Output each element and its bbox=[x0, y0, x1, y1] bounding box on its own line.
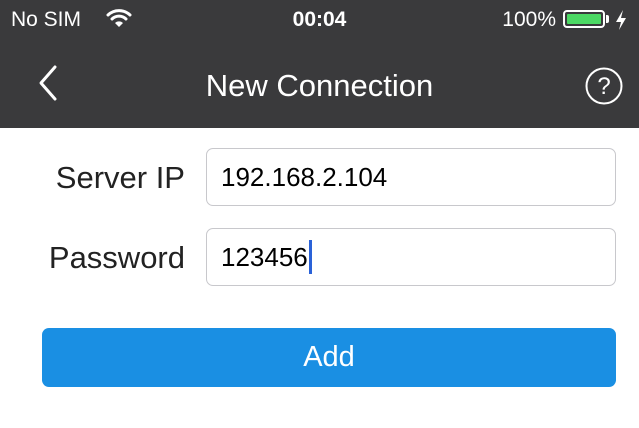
password-input[interactable]: 123456 bbox=[206, 228, 616, 286]
password-label: Password bbox=[48, 240, 185, 275]
server-ip-value: 192.168.2.104 bbox=[221, 162, 388, 192]
add-button[interactable]: Add bbox=[42, 328, 616, 387]
battery-terminal bbox=[606, 15, 609, 23]
page-title: New Connection bbox=[205, 68, 434, 103]
help-button[interactable]: ? bbox=[584, 66, 624, 106]
server-ip-label: Server IP bbox=[55, 160, 185, 195]
header: No SIM 00:04 100% New Connection ? bbox=[0, 0, 639, 128]
battery-level-fill bbox=[567, 14, 601, 24]
question-circle-icon: ? bbox=[585, 67, 623, 105]
navigation-bar: New Connection ? bbox=[0, 40, 639, 128]
password-value: 123456 bbox=[221, 242, 308, 272]
text-caret bbox=[308, 240, 312, 275]
battery-percent: 100% bbox=[502, 8, 556, 31]
status-bar: No SIM 00:04 100% bbox=[0, 0, 639, 40]
svg-text:?: ? bbox=[597, 73, 610, 100]
battery-icon bbox=[563, 10, 605, 28]
charging-bolt-icon bbox=[616, 10, 626, 30]
server-ip-input[interactable]: 192.168.2.104 bbox=[206, 148, 616, 206]
